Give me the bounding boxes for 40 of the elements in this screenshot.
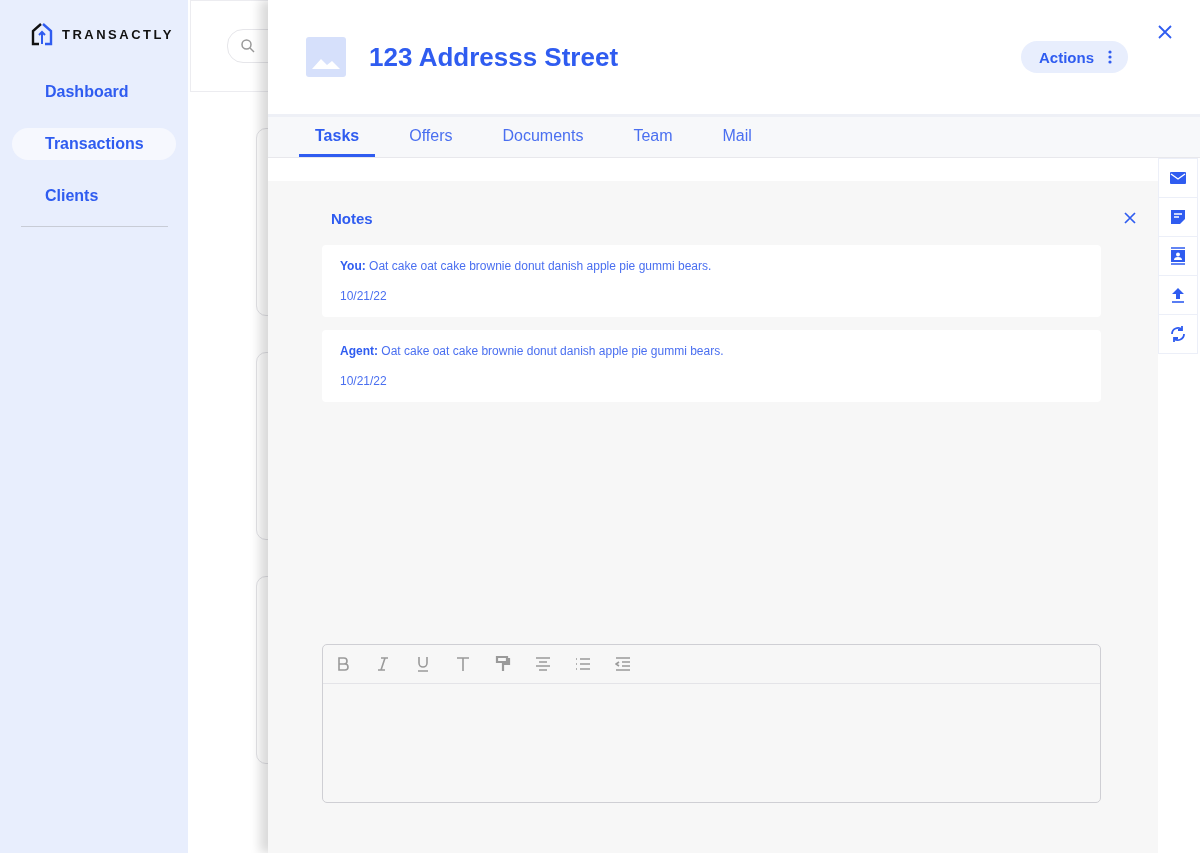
align-icon[interactable]: [535, 656, 551, 672]
actions-button[interactable]: Actions: [1021, 41, 1128, 73]
contact-button[interactable]: [1158, 236, 1198, 276]
underline-icon[interactable]: [415, 656, 431, 672]
nav-item[interactable]: Clients: [12, 180, 176, 212]
list-icon[interactable]: [575, 656, 591, 672]
tab[interactable]: Mail: [706, 117, 768, 157]
tab[interactable]: Team: [617, 117, 689, 157]
nav-item[interactable]: Dashboard: [12, 76, 176, 108]
note-text: You: Oat cake oat cake brownie donut danish apple pie gummi bears.: [340, 259, 713, 273]
property-title: 123 Addresss Street: [369, 41, 620, 73]
mail-icon: [1169, 169, 1187, 187]
sync-icon: [1169, 325, 1187, 343]
notes-title: Notes: [331, 209, 373, 227]
brand-name: TRANSACTLY: [62, 26, 174, 42]
more-vertical-icon: [1108, 50, 1112, 64]
italic-icon[interactable]: [375, 656, 391, 672]
text-icon[interactable]: [455, 656, 471, 672]
note-icon: [1169, 208, 1187, 226]
note-date: 10/21/22: [340, 374, 387, 388]
note-date: 10/21/22: [340, 289, 387, 303]
tab[interactable]: Tasks: [299, 117, 376, 157]
bold-icon[interactable]: [335, 656, 351, 672]
tab[interactable]: Offers: [393, 117, 469, 157]
indent-icon[interactable]: [615, 656, 631, 672]
mail-button[interactable]: [1158, 158, 1198, 198]
search-icon: [240, 38, 256, 54]
note-button[interactable]: [1158, 197, 1198, 237]
upload-icon: [1169, 286, 1187, 304]
sync-button[interactable]: [1158, 314, 1198, 354]
close-icon[interactable]: [1124, 212, 1136, 224]
close-icon[interactable]: [1158, 25, 1172, 39]
tab[interactable]: Documents: [486, 117, 600, 157]
paint-icon[interactable]: [495, 656, 511, 672]
contact-icon: [1169, 247, 1187, 265]
house-logo-icon: [30, 22, 54, 46]
image-placeholder-icon: [306, 37, 346, 77]
nav-item[interactable]: Transactions: [12, 128, 176, 160]
note-text: Agent: Oat cake oat cake brownie donut danish apple pie gummi bears.: [340, 344, 725, 358]
upload-button[interactable]: [1158, 275, 1198, 315]
